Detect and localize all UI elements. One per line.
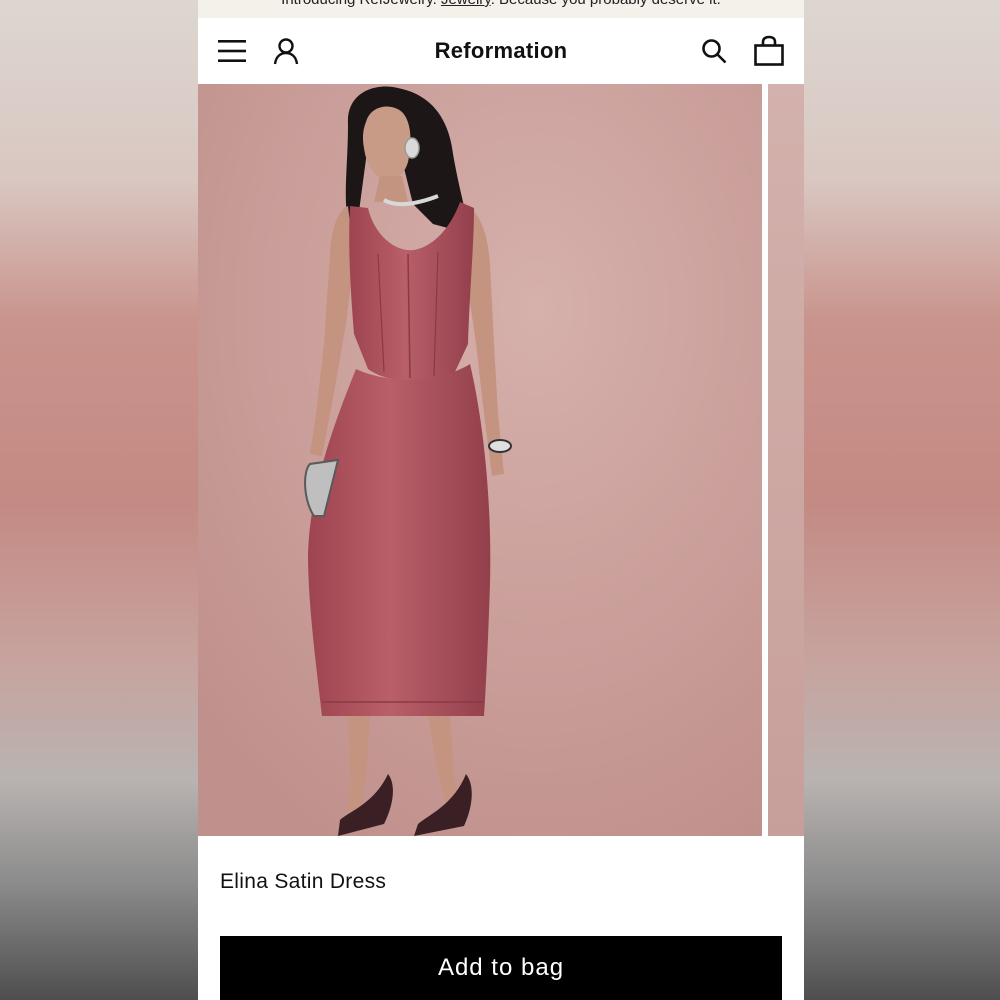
search-icon[interactable]	[698, 35, 730, 67]
product-image[interactable]	[198, 84, 762, 836]
model-illustration	[198, 84, 762, 836]
announcement-text: Introducing RefJewelry. Jewelry. Because…	[198, 0, 804, 8]
announcement-prefix: Introducing RefJewelry.	[281, 0, 441, 8]
announcement-bar: Introducing RefJewelry. Jewelry. Because…	[198, 0, 804, 18]
screenshot-frame: Introducing RefJewelry. Jewelry. Because…	[0, 0, 1000, 1000]
next-product-image-peek[interactable]	[768, 84, 804, 836]
announcement-suffix: . Because you probably deserve it.	[491, 0, 721, 8]
bag-icon[interactable]	[753, 35, 785, 67]
blurred-background-right	[802, 0, 1000, 1000]
add-to-bag-button[interactable]: Add to bag	[220, 936, 782, 1000]
site-header: Reformation	[198, 18, 804, 84]
product-name: Elina Satin Dress	[220, 870, 387, 893]
product-image-gallery[interactable]	[198, 84, 804, 836]
mobile-product-page: Introducing RefJewelry. Jewelry. Because…	[198, 0, 804, 1000]
announcement-link[interactable]: Jewelry	[441, 0, 491, 8]
blurred-background-left	[0, 0, 198, 1000]
